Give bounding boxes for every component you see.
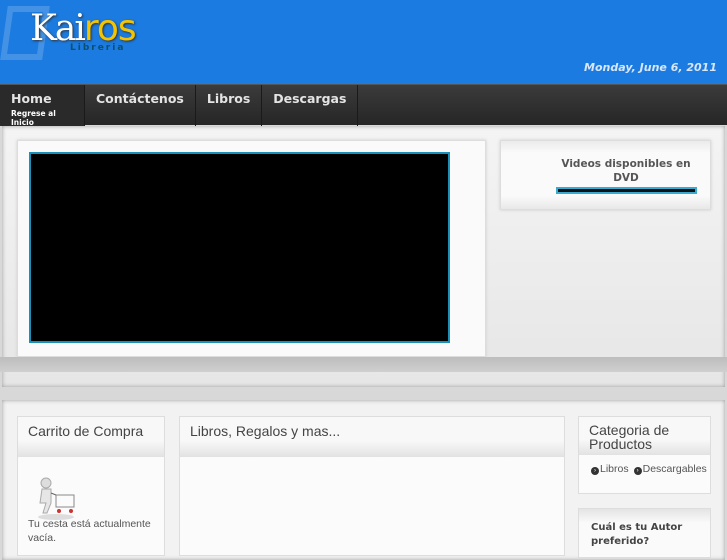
video-player[interactable] [29, 152, 450, 343]
shopping-cart-icon [38, 477, 75, 520]
categories-box: Categoria de Productos › Libros › Descarga… [578, 416, 711, 494]
dvd-box: Videos disponibles en DVD [500, 140, 711, 210]
nav-contactenos[interactable]: Contáctenos [85, 85, 196, 126]
header: Kairos Libreria Monday, June 6, 2011 [0, 0, 727, 84]
logo-subtitle: Libreria [70, 43, 126, 53]
categories-title: Categoria de Productos [579, 417, 710, 455]
category-label: Libros [600, 463, 629, 475]
bullet-icon: › [591, 467, 599, 475]
cart-box: Carrito de Compra Tu cesta está actualme… [17, 416, 165, 556]
category-link-libros[interactable]: › Libros [591, 463, 629, 475]
dvd-slider[interactable] [556, 187, 697, 194]
content-panel: Carrito de Compra Tu cesta está actualme… [2, 400, 725, 560]
main-nav: Home Regrese al Inicio Contáctenos Libros… [0, 84, 727, 127]
divider [0, 357, 727, 372]
dvd-title: Videos disponibles en DVD [561, 158, 691, 184]
cart-title: Carrito de Compra [18, 417, 164, 457]
nav-libros[interactable]: Libros [196, 85, 263, 126]
category-link-descargables[interactable]: › Descargables [633, 463, 707, 475]
nav-sublabel: Regrese al Inicio [11, 109, 56, 127]
video-box [17, 140, 486, 357]
nav-descargas[interactable]: Descargas [262, 85, 359, 126]
featured-panel: Videos disponibles en DVD [2, 126, 725, 387]
cart-empty-text: Tu cesta está actualmente vacía. [28, 518, 151, 544]
main-title: Libros, Regalos y mas... [180, 417, 564, 457]
current-date: Monday, June 6, 2011 [584, 61, 717, 74]
category-label: Descargables [642, 463, 707, 475]
bullet-icon: › [633, 467, 642, 475]
nav-label: Home [11, 91, 52, 106]
main-box: Libros, Regalos y mas... [179, 416, 565, 556]
poll-box: Cuál es tu Autor preferido? [578, 508, 711, 558]
nav-home[interactable]: Home Regrese al Inicio [0, 85, 85, 127]
